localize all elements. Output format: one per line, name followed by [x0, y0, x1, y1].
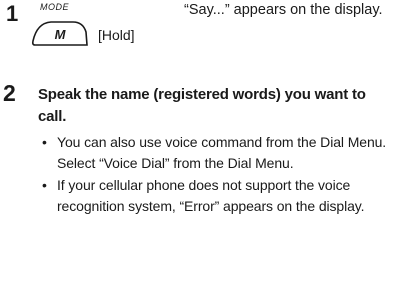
bullet-item: • If your cellular phone does not suppor…	[38, 175, 396, 217]
bullet-text: If your cellular phone does not support …	[57, 177, 365, 214]
step-1-number: 1	[6, 1, 19, 26]
hold-label: [Hold]	[98, 27, 135, 43]
bullet-dot: •	[42, 177, 47, 193]
step-2-heading: Speak the name (registered words) you wa…	[38, 86, 366, 125]
mode-label: MODE	[40, 2, 69, 12]
mode-button-icon: M	[31, 21, 88, 46]
step-1-description: “Say...” appears on the display.	[184, 2, 383, 18]
bullet-dot: •	[42, 134, 47, 150]
bullet-text: You can also use voice command from the …	[57, 134, 387, 171]
mode-button-letter: M	[55, 27, 67, 42]
step-2-bullet-list: • You can also use voice command from th…	[38, 132, 396, 218]
step-2-number: 2	[3, 80, 16, 106]
mode-button[interactable]: M	[31, 20, 88, 46]
bullet-item: • You can also use voice command from th…	[38, 132, 396, 174]
